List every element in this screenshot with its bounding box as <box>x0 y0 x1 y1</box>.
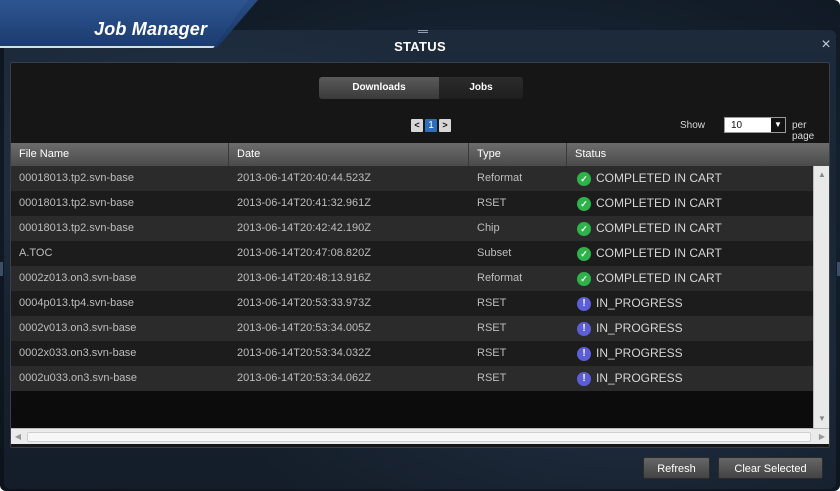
date-cell: 2013-06-14T20:53:33.973Z <box>237 297 371 309</box>
column-header-type[interactable]: Type <box>469 143 567 166</box>
job-manager-window: Job Manager STATUS × Downloads Jobs < 1 … <box>0 0 840 491</box>
type-cell: Subset <box>477 247 512 259</box>
status-text: COMPLETED IN CART <box>596 221 722 235</box>
file-name-cell: 0002x033.on3.svn-base <box>19 347 137 359</box>
next-page-button[interactable]: > <box>439 119 451 132</box>
status-cell: ! IN_PROGRESS <box>577 341 683 366</box>
refresh-button[interactable]: Refresh <box>643 457 710 479</box>
view-tabs: Downloads Jobs <box>319 77 523 99</box>
tab-jobs[interactable]: Jobs <box>439 77 523 99</box>
scroll-right-icon[interactable]: ▶ <box>815 429 829 445</box>
vertical-scrollbar[interactable]: ▲ ▼ <box>813 166 829 428</box>
date-cell: 2013-06-14T20:53:34.032Z <box>237 347 371 359</box>
type-cell: RSET <box>477 322 507 334</box>
per-page-label: per page <box>792 120 815 142</box>
clear-selected-button[interactable]: Clear Selected <box>718 457 823 479</box>
check-circle-icon: ✓ <box>577 196 591 211</box>
status-cell: ✓ COMPLETED IN CART <box>577 266 722 291</box>
check-circle-icon: ✓ <box>577 271 591 286</box>
scrollbar-thumb[interactable] <box>27 432 811 442</box>
file-name-cell: 0002u033.on3.svn-base <box>19 372 138 384</box>
table-body: 00018013.tp2.svn-base 2013-06-14T20:40:4… <box>11 166 813 428</box>
table-header: File Name Date Type Status <box>11 143 829 166</box>
table-row[interactable]: 00018013.tp2.svn-base 2013-06-14T20:42:4… <box>11 216 813 241</box>
status-cell: ! IN_PROGRESS <box>577 366 683 391</box>
status-text: COMPLETED IN CART <box>596 171 722 185</box>
type-cell: Chip <box>477 222 500 234</box>
type-cell: Reformat <box>477 272 523 284</box>
window-tab-label: Job Manager <box>94 19 208 39</box>
chevron-down-icon[interactable]: ▼ <box>771 118 785 132</box>
file-name-cell: 00018013.tp2.svn-base <box>19 197 134 209</box>
downloads-panel: Downloads Jobs < 1 > Show 10 ▼ per page … <box>10 62 830 448</box>
status-text: IN_PROGRESS <box>596 321 683 335</box>
prev-page-button[interactable]: < <box>411 119 423 132</box>
status-cell: ✓ COMPLETED IN CART <box>577 241 722 266</box>
info-circle-icon: ! <box>577 296 591 311</box>
date-cell: 2013-06-14T20:41:32.961Z <box>237 197 371 209</box>
table-row[interactable]: 0004p013.tp4.svn-base 2013-06-14T20:53:3… <box>11 291 813 316</box>
file-name-cell: A.TOC <box>19 247 53 259</box>
table-row[interactable]: 0002x033.on3.svn-base 2013-06-14T20:53:3… <box>11 341 813 366</box>
status-text: COMPLETED IN CART <box>596 246 722 260</box>
column-header-file-name[interactable]: File Name <box>11 143 229 166</box>
file-name-cell: 00018013.tp2.svn-base <box>19 172 134 184</box>
scroll-left-icon[interactable]: ◀ <box>11 429 25 445</box>
status-cell: ✓ COMPLETED IN CART <box>577 166 722 191</box>
tab-downloads[interactable]: Downloads <box>319 77 439 99</box>
type-cell: Reformat <box>477 172 523 184</box>
file-name-cell: 0002z013.on3.svn-base <box>19 272 137 284</box>
horizontal-scrollbar[interactable]: ◀ ▶ <box>11 428 829 444</box>
status-cell: ✓ COMPLETED IN CART <box>577 191 722 216</box>
date-cell: 2013-06-14T20:47:08.820Z <box>237 247 371 259</box>
column-header-status[interactable]: Status <box>567 143 813 166</box>
scroll-down-icon[interactable]: ▼ <box>814 412 830 426</box>
check-circle-icon: ✓ <box>577 221 591 236</box>
table-row[interactable]: 0002v013.on3.svn-base 2013-06-14T20:53:3… <box>11 316 813 341</box>
table-row[interactable]: 0002u033.on3.svn-base 2013-06-14T20:53:3… <box>11 366 813 391</box>
table-row[interactable]: 00018013.tp2.svn-base 2013-06-14T20:41:3… <box>11 191 813 216</box>
status-text: IN_PROGRESS <box>596 346 683 360</box>
status-cell: ✓ COMPLETED IN CART <box>577 216 722 241</box>
close-icon[interactable]: × <box>819 37 833 53</box>
status-cell: ! IN_PROGRESS <box>577 316 683 341</box>
info-circle-icon: ! <box>577 321 591 336</box>
check-circle-icon: ✓ <box>577 246 591 261</box>
show-label: Show <box>680 120 706 131</box>
date-cell: 2013-06-14T20:53:34.062Z <box>237 372 371 384</box>
type-cell: RSET <box>477 372 507 384</box>
table-row[interactable]: 0002z013.on3.svn-base 2013-06-14T20:48:1… <box>11 266 813 291</box>
info-circle-icon: ! <box>577 371 591 386</box>
status-text: IN_PROGRESS <box>596 371 683 385</box>
left-resize-handle[interactable] <box>0 262 3 276</box>
scroll-up-icon[interactable]: ▲ <box>814 168 830 182</box>
pagination: < 1 > <box>411 119 451 133</box>
page-number-current[interactable]: 1 <box>425 119 437 132</box>
check-circle-icon: ✓ <box>577 171 591 186</box>
table-row[interactable]: 00018013.tp2.svn-base 2013-06-14T20:40:4… <box>11 166 813 191</box>
type-cell: RSET <box>477 347 507 359</box>
type-cell: RSET <box>477 197 507 209</box>
date-cell: 2013-06-14T20:40:44.523Z <box>237 172 371 184</box>
date-cell: 2013-06-14T20:53:34.005Z <box>237 322 371 334</box>
info-circle-icon: ! <box>577 346 591 361</box>
file-name-cell: 00018013.tp2.svn-base <box>19 222 134 234</box>
file-name-cell: 0002v013.on3.svn-base <box>19 322 137 334</box>
window-title: STATUS <box>394 39 446 54</box>
status-text: IN_PROGRESS <box>596 296 683 310</box>
table-row[interactable]: A.TOC 2013-06-14T20:47:08.820Z Subset ✓ … <box>11 241 813 266</box>
date-cell: 2013-06-14T20:48:13.916Z <box>237 272 371 284</box>
type-cell: RSET <box>477 297 507 309</box>
drag-handle[interactable] <box>418 30 428 33</box>
column-header-date[interactable]: Date <box>229 143 469 166</box>
status-text: COMPLETED IN CART <box>596 196 722 210</box>
status-text: COMPLETED IN CART <box>596 271 722 285</box>
status-cell: ! IN_PROGRESS <box>577 291 683 316</box>
page-size-value: 10 <box>731 119 743 131</box>
date-cell: 2013-06-14T20:42:42.190Z <box>237 222 371 234</box>
file-name-cell: 0004p013.tp4.svn-base <box>19 297 134 309</box>
page-size-select[interactable]: 10 ▼ <box>724 117 786 133</box>
